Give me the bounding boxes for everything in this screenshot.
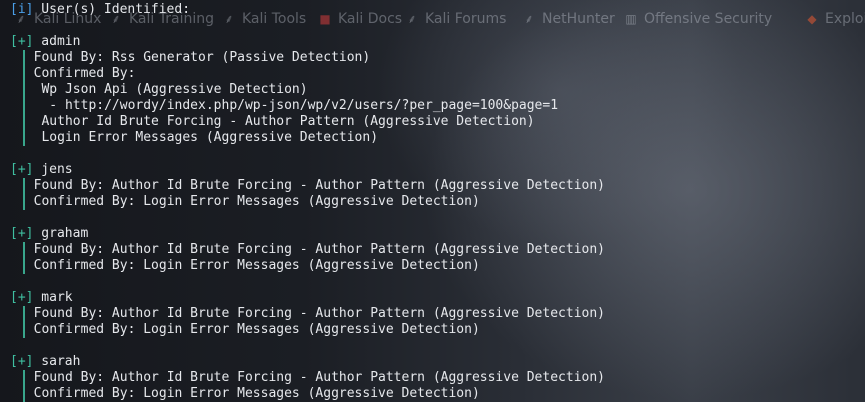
detail-line: Found By: Author Id Brute Forcing - Auth… [18, 242, 605, 257]
detail-line: Found By: Author Id Brute Forcing - Auth… [18, 178, 605, 193]
detail-line: Confirmed By: Login Error Messages (Aggr… [18, 322, 480, 337]
user-name: sarah [33, 354, 81, 369]
plus-tag: [+] [10, 354, 34, 369]
detail-line: Author Id Brute Forcing - Author Pattern… [18, 114, 535, 129]
detail-line: Found By: Author Id Brute Forcing - Auth… [18, 370, 605, 385]
detail-line: Found By: Author Id Brute Forcing - Auth… [18, 306, 605, 321]
detail-line: Confirmed By: [18, 66, 136, 81]
plus-tag: [+] [10, 290, 34, 305]
user-name: graham [33, 226, 89, 241]
detail-line: Found By: Rss Generator (Passive Detecti… [18, 50, 371, 65]
user-line-jens: [+] jens [10, 162, 73, 178]
user-name: admin [33, 34, 81, 49]
user-line-sarah: [+] sarah [10, 354, 80, 370]
detail-line: Confirmed By: Login Error Messages (Aggr… [18, 194, 480, 209]
user-name: jens [33, 162, 73, 177]
detail-line: Confirmed By: Login Error Messages (Aggr… [18, 258, 480, 273]
terminal-output[interactable]: [i] User(s) Identified: [+] admin Found … [0, 0, 865, 402]
user-line-graham: [+] graham [10, 226, 88, 242]
user-line-admin: [+] admin [10, 34, 80, 50]
detail-line: - http://wordy/index.php/wp-json/wp/v2/u… [18, 98, 559, 113]
plus-tag: [+] [10, 162, 34, 177]
user-line-mark: [+] mark [10, 290, 73, 306]
info-tag: [i] [10, 2, 34, 17]
header-line: [i] User(s) Identified: [10, 2, 190, 18]
plus-tag: [+] [10, 226, 34, 241]
detail-line: Login Error Messages (Aggressive Detecti… [18, 130, 379, 145]
plus-tag: [+] [10, 34, 34, 49]
detail-line: Wp Json Api (Aggressive Detection) [18, 82, 308, 97]
desktop-screen: ⸙ Kali Linux ⸙ Kali Training ⸙ Kali Tools ■… [0, 0, 865, 402]
header-text: User(s) Identified: [33, 2, 191, 17]
detail-line: Confirmed By: Login Error Messages (Aggr… [18, 386, 480, 401]
user-name: mark [33, 290, 73, 305]
